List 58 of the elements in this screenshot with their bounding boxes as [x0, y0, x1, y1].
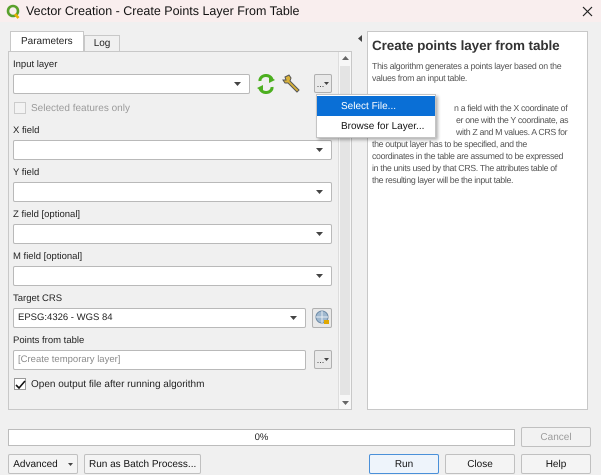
help-text: in the units used by that CRS. The attributes table of — [372, 162, 558, 174]
tab[interactable]: Parameters — [10, 31, 84, 51]
advanced-button[interactable]: Advanced — [8, 454, 78, 474]
batch-button[interactable]: Run as Batch Process... — [84, 454, 202, 474]
dialog-button[interactable]: Help — [521, 454, 591, 474]
help-text: n a field with the X coordinate of — [454, 102, 569, 114]
field-label: Input layer — [13, 58, 58, 71]
dropdown[interactable] — [13, 140, 332, 160]
help-text: This algorithm generates a points layer based on the values from an input table. — [372, 60, 562, 84]
dropdown[interactable] — [13, 266, 332, 286]
dropdown[interactable] — [13, 224, 332, 244]
app-icon — [6, 4, 20, 18]
field-label: Points from table — [13, 334, 86, 347]
help-text: coordinates in the table are assumed to be expressed — [372, 150, 564, 162]
help-title: Create points layer from table — [372, 38, 561, 53]
scroll-down-icon[interactable] — [342, 401, 348, 405]
options-button[interactable]: ... — [314, 74, 332, 93]
caret-icon — [324, 358, 330, 361]
caret-icon — [316, 148, 323, 152]
caret-icon — [324, 82, 330, 85]
crs-button[interactable] — [312, 308, 332, 328]
refresh-icon[interactable] — [256, 74, 276, 94]
dropdown[interactable] — [13, 182, 332, 202]
field-label: M field [optional] — [13, 250, 84, 263]
caret-icon — [68, 462, 73, 466]
dialog-button[interactable]: Close — [445, 454, 515, 474]
check-icon — [14, 380, 26, 388]
checkbox-label: Open output file after running algorithm — [31, 378, 204, 390]
scroll-up-icon[interactable] — [342, 56, 348, 60]
globe-icon — [314, 310, 330, 325]
help-text: er one with the Y coordinate, as — [456, 114, 570, 126]
help-text: the output layer has to be specified, and the — [372, 138, 528, 150]
field-label: Z field [optional] — [13, 208, 82, 221]
field-label: X field — [13, 124, 40, 137]
help-text: with Z and M values. A CRS for — [456, 126, 568, 138]
window-title: Vector Creation - Create Points Layer From Table — [26, 4, 301, 18]
caret-icon — [316, 190, 323, 194]
progress-text: 0% — [254, 432, 268, 442]
output-field[interactable]: [Create temporary layer] — [13, 350, 306, 370]
close-icon[interactable] — [582, 6, 593, 16]
help-text: the resulting layer will be the input table. — [372, 174, 514, 186]
menu-item[interactable]: Browse for Layer... — [317, 116, 435, 136]
dialog-button[interactable]: Run — [369, 454, 439, 474]
collapse-icon[interactable] — [358, 35, 362, 42]
menu-item[interactable]: Select File... — [317, 96, 435, 116]
dropdown[interactable] — [13, 74, 250, 94]
caret-icon — [316, 274, 323, 278]
field-label: Y field — [13, 166, 40, 179]
options-button[interactable]: ... — [314, 350, 332, 369]
caret-icon — [316, 232, 323, 236]
dropdown[interactable]: EPSG:4326 - WGS 84 — [13, 308, 306, 328]
tab[interactable]: Log — [84, 35, 120, 51]
wrench-icon[interactable] — [282, 74, 302, 94]
caret-icon — [234, 82, 241, 86]
checkbox-label: Selected features only — [31, 102, 130, 114]
field-label: Target CRS — [13, 292, 64, 305]
checkbox[interactable] — [14, 378, 26, 390]
caret-icon — [290, 316, 297, 320]
